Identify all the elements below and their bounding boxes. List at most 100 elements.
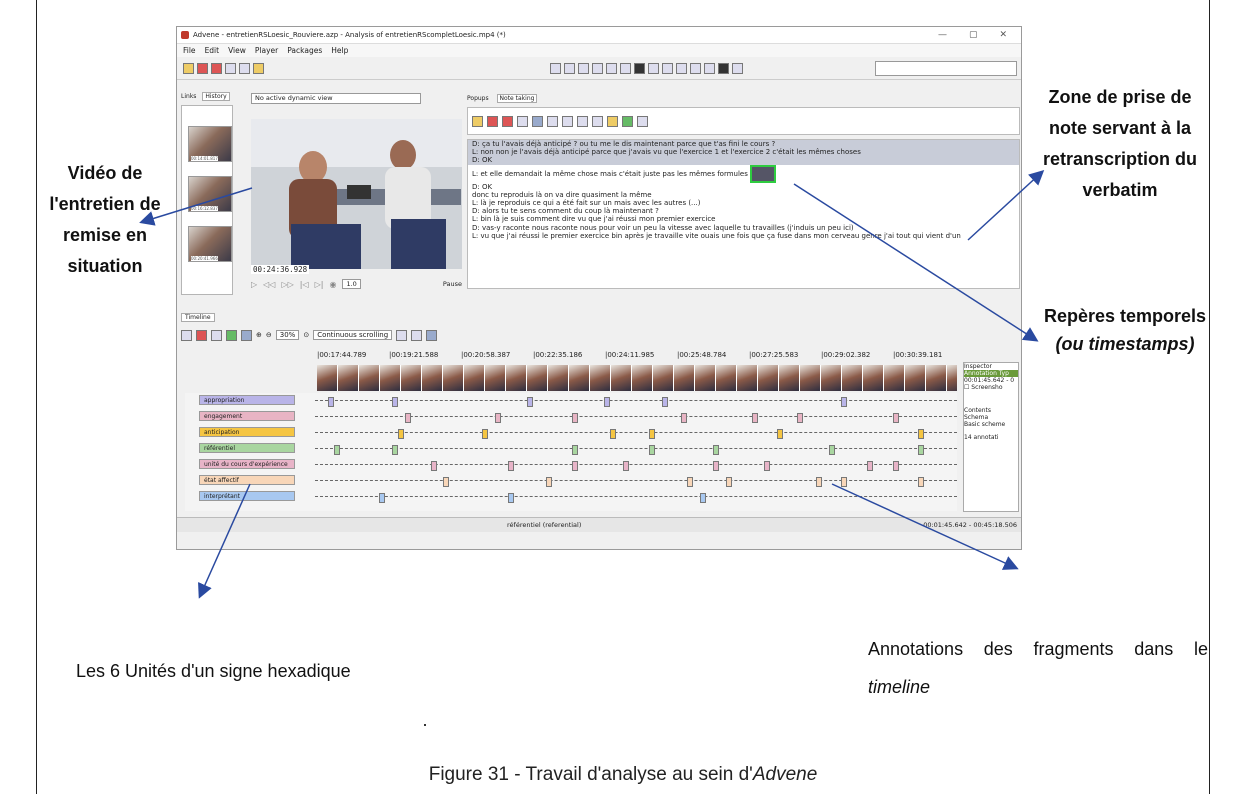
annotation-mark[interactable] [713, 445, 720, 455]
timeline-track[interactable] [315, 493, 957, 503]
annotation-mark[interactable] [777, 429, 784, 439]
menu-help[interactable]: Help [331, 46, 348, 55]
annotation-mark[interactable] [725, 477, 732, 487]
minimize-icon[interactable]: — [938, 30, 947, 40]
forward-icon[interactable]: ▷▷ [281, 280, 293, 289]
tab-popups[interactable]: Popups [467, 95, 489, 102]
annotation-mark[interactable] [892, 413, 899, 423]
menu-file[interactable]: File [183, 46, 196, 55]
edit-icon[interactable] [253, 62, 264, 74]
annotation-mark[interactable] [918, 477, 925, 487]
annotation-mark[interactable] [751, 413, 758, 423]
timeline-track[interactable] [315, 429, 957, 439]
play-tl-icon[interactable] [226, 329, 237, 341]
annotation-mark[interactable] [430, 461, 437, 471]
annotation-mark[interactable] [507, 493, 514, 503]
annotation-mark[interactable] [494, 413, 501, 423]
timestamp-icon[interactable] [532, 115, 543, 127]
annotation-mark[interactable] [841, 397, 848, 407]
annotation-mark[interactable] [507, 461, 514, 471]
timeline-row-label[interactable]: état affectif [199, 475, 295, 485]
annotation-mark[interactable] [841, 477, 848, 487]
annotation-mark[interactable] [571, 461, 578, 471]
next-icon[interactable]: ▷| [315, 280, 324, 289]
grid-icon[interactable] [211, 329, 222, 341]
annotation-mark[interactable] [623, 461, 630, 471]
view-icon-10[interactable] [676, 62, 687, 74]
annotation-mark[interactable] [603, 397, 610, 407]
timeline-row-label[interactable]: unité du cours d'expérience [199, 459, 295, 469]
export-icon[interactable] [411, 329, 423, 341]
tab-note-taking[interactable]: Note taking [496, 94, 538, 103]
menu-view[interactable]: View [228, 46, 246, 55]
annotation-mark[interactable] [828, 445, 835, 455]
video-player[interactable] [251, 119, 462, 269]
annotation-mark[interactable] [571, 413, 578, 423]
history-thumbnail[interactable]: 00:14:01.817 [188, 126, 232, 162]
annotation-mark[interactable] [571, 445, 578, 455]
annotation-mark[interactable] [680, 413, 687, 423]
view-icon-7[interactable] [634, 62, 645, 74]
dynamic-view-select[interactable]: No active dynamic view [251, 93, 421, 104]
volume-icon[interactable]: ◉ [330, 280, 337, 289]
prev-icon[interactable]: |◁ [300, 280, 309, 289]
info-icon[interactable] [241, 329, 252, 341]
view-icon-9[interactable] [662, 62, 673, 74]
annotate-icon[interactable] [517, 115, 528, 127]
zoom-in-icon[interactable]: ⊕ [256, 331, 262, 339]
menu-player[interactable]: Player [255, 46, 278, 55]
color-icon[interactable] [196, 329, 207, 341]
timeline-row-label[interactable]: interprétant [199, 491, 295, 501]
timeline-track[interactable] [315, 413, 957, 423]
view-icon-8[interactable] [648, 62, 659, 74]
timeline-row-label[interactable]: engagement [199, 411, 295, 421]
pencil-icon[interactable] [607, 115, 618, 127]
import-icon[interactable] [225, 62, 236, 74]
annotation-mark[interactable] [713, 461, 720, 471]
open-note-icon[interactable] [472, 115, 483, 127]
annotation-mark[interactable] [398, 429, 405, 439]
history-thumbnail[interactable]: 00:20:41.966 [188, 226, 232, 262]
marker-icon[interactable] [592, 115, 603, 127]
timestamp-thumbnail[interactable] [750, 164, 777, 183]
view-icon-12[interactable] [704, 62, 715, 74]
zoom-fit-icon[interactable]: ⊙ [303, 331, 309, 339]
undo-icon[interactable] [239, 62, 250, 74]
play-note-icon[interactable] [622, 115, 633, 127]
timeline-row-label[interactable]: anticipation [199, 427, 295, 437]
delete-icon[interactable] [181, 329, 192, 341]
save-note-icon[interactable] [487, 115, 498, 127]
rewind-icon[interactable]: ◁◁ [263, 280, 275, 289]
save-as-icon[interactable] [211, 62, 222, 74]
annotation-mark[interactable] [700, 493, 707, 503]
refresh-icon[interactable] [426, 329, 438, 341]
timeline-track[interactable] [315, 477, 957, 487]
scroll-mode-select[interactable]: Continuous scrolling [313, 330, 393, 340]
annotation-mark[interactable] [546, 477, 553, 487]
annotation-mark[interactable] [392, 445, 399, 455]
view-icon-3[interactable] [578, 62, 589, 74]
history-thumbnail[interactable]: 00:16:12.837 [188, 176, 232, 212]
annotation-mark[interactable] [526, 397, 533, 407]
view-icon-13[interactable] [718, 62, 729, 74]
annotation-mark[interactable] [918, 429, 925, 439]
annotation-mark[interactable] [687, 477, 694, 487]
annotation-mark[interactable] [815, 477, 822, 487]
timeline-row-label[interactable]: appropriation [199, 395, 295, 405]
open-icon[interactable] [183, 62, 194, 74]
annotation-mark[interactable] [443, 477, 450, 487]
view-icon-1[interactable] [550, 62, 561, 74]
timeline-row-label[interactable]: référentiel [199, 443, 295, 453]
inspector-check[interactable]: ☐ Screensho [964, 384, 1018, 391]
annotation-mark[interactable] [661, 397, 668, 407]
annotation-mark[interactable] [610, 429, 617, 439]
menu-packages[interactable]: Packages [287, 46, 322, 55]
play-icon[interactable]: ▷ [251, 280, 257, 289]
tab-links[interactable]: Links [181, 93, 196, 100]
annotation-mark[interactable] [392, 397, 399, 407]
timeline-track[interactable] [315, 461, 957, 471]
timeline-track[interactable] [315, 445, 957, 455]
save-as-note-icon[interactable] [502, 115, 513, 127]
tab-history[interactable]: History [202, 92, 230, 101]
annotation-mark[interactable] [764, 461, 771, 471]
